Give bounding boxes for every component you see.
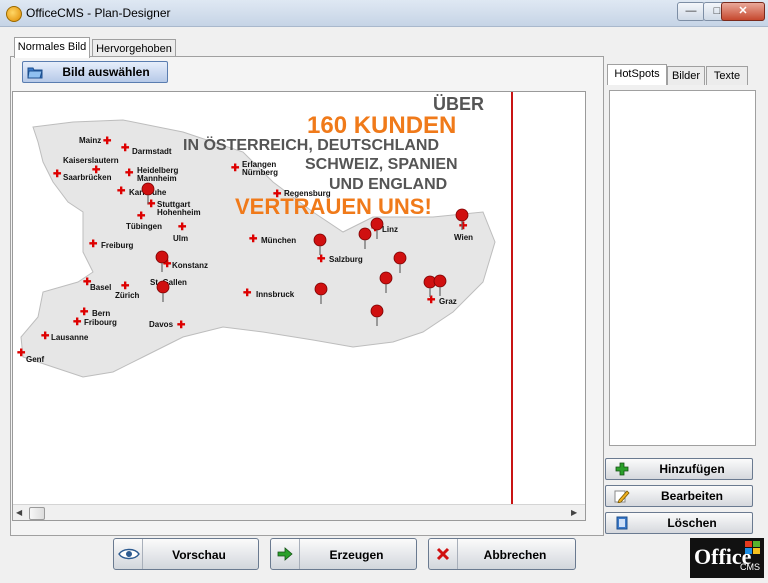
headline-6: VERTRAUEN UNS! bbox=[235, 194, 432, 219]
city-marker[interactable]: ✚ bbox=[17, 349, 25, 359]
officecms-logo: Office CMS bbox=[690, 538, 764, 578]
city-marker[interactable]: ✚ bbox=[459, 222, 467, 232]
city-marker[interactable]: ✚ bbox=[273, 190, 281, 200]
scroll-right-arrow-icon[interactable]: ▶ bbox=[571, 508, 577, 517]
tab-bilder[interactable]: Bilder bbox=[667, 66, 705, 85]
headline-3: IN ÖSTERREICH, DEUTSCHLAND bbox=[183, 137, 440, 154]
add-button-label: Hinzufügen bbox=[659, 462, 725, 476]
city-marker[interactable]: ✚ bbox=[177, 321, 185, 331]
city-marker[interactable]: ✚ bbox=[125, 169, 133, 179]
headline-4: SCHWEIZ, SPANIEN bbox=[305, 156, 458, 173]
city-label: Karlsruhe bbox=[129, 188, 167, 197]
city-marker[interactable]: ✚ bbox=[89, 240, 97, 250]
delete-button-label: Löschen bbox=[667, 516, 717, 530]
city-marker[interactable]: ✚ bbox=[137, 212, 145, 222]
delete-button[interactable]: Löschen bbox=[605, 512, 753, 534]
headline-2: 160 KUNDEN bbox=[307, 112, 457, 139]
close-button[interactable]: ✕ bbox=[721, 2, 765, 21]
city-label: Hohenheim bbox=[157, 208, 201, 217]
title-bar: OfficeCMS - Plan-Designer — □ ✕ bbox=[0, 0, 768, 27]
city-marker[interactable]: ✚ bbox=[117, 187, 125, 197]
tab-texte[interactable]: Texte bbox=[706, 66, 748, 85]
city-marker[interactable]: ✚ bbox=[249, 235, 257, 245]
city-label: Nürnberg bbox=[242, 168, 278, 177]
city-label: Zürich bbox=[115, 291, 140, 300]
city-label: Regensburg bbox=[284, 189, 331, 198]
preview-button[interactable]: Vorschau bbox=[113, 538, 259, 570]
city-label: Fribourg bbox=[84, 318, 117, 327]
city-marker[interactable]: ✚ bbox=[178, 223, 186, 233]
city-label: Tübingen bbox=[126, 222, 162, 231]
city-label: Innsbruck bbox=[256, 290, 295, 299]
city-label: Salzburg bbox=[329, 255, 363, 264]
city-label: Bern bbox=[92, 309, 111, 318]
hotspot-list[interactable] bbox=[609, 90, 756, 446]
city-label: Kaiserslautern bbox=[63, 156, 119, 165]
horizontal-scrollbar[interactable]: ◀ ▶ bbox=[13, 504, 585, 520]
city-marker[interactable]: ✚ bbox=[103, 137, 111, 147]
city-marker[interactable]: ✚ bbox=[73, 318, 81, 328]
city-label: Saarbrücken bbox=[63, 173, 112, 182]
vertical-scrollbar[interactable]: ▲ bbox=[585, 92, 586, 502]
city-label: Mannheim bbox=[137, 174, 177, 183]
city-label: Darmstadt bbox=[132, 147, 172, 156]
cancel-button-label: Abbrechen bbox=[483, 548, 547, 562]
city-label: Graz bbox=[439, 297, 457, 306]
city-label: Ulm bbox=[173, 234, 189, 243]
map-canvas[interactable]: ÜBER 160 KUNDEN IN ÖSTERREICH, DEUTSCHLA… bbox=[12, 91, 586, 521]
city-label: Genf bbox=[26, 355, 45, 364]
arrow-right-icon bbox=[271, 539, 300, 569]
generate-button[interactable]: Erzeugen bbox=[270, 538, 417, 570]
city-marker[interactable]: ✚ bbox=[41, 332, 49, 342]
headline-5: UND ENGLAND bbox=[329, 176, 448, 193]
minimize-button[interactable]: — bbox=[677, 2, 705, 21]
city-label: Davos bbox=[149, 320, 174, 329]
city-marker[interactable]: ✚ bbox=[371, 224, 379, 234]
scroll-left-arrow-icon[interactable]: ◀ bbox=[16, 508, 22, 517]
edit-button[interactable]: Bearbeiten bbox=[605, 485, 753, 507]
divider-line bbox=[511, 92, 513, 518]
city-label: Lausanne bbox=[51, 333, 89, 342]
scroll-thumb-h[interactable] bbox=[29, 507, 45, 520]
edit-button-label: Bearbeiten bbox=[660, 489, 724, 503]
pencil-icon bbox=[614, 490, 630, 503]
city-marker[interactable]: ✚ bbox=[243, 289, 251, 299]
city-label: Wien bbox=[454, 233, 474, 242]
city-label: Freiburg bbox=[101, 241, 134, 250]
select-image-label: Bild auswählen bbox=[62, 65, 150, 79]
city-marker[interactable]: ✚ bbox=[53, 170, 61, 180]
city-marker[interactable]: ✚ bbox=[147, 200, 155, 210]
city-label: St. Gallen bbox=[150, 278, 187, 287]
city-label: Mainz bbox=[79, 136, 102, 145]
window-title: OfficeCMS - Plan-Designer bbox=[26, 6, 171, 20]
city-marker[interactable]: ✚ bbox=[121, 144, 129, 154]
tab-normales-bild[interactable]: Normales Bild bbox=[14, 37, 90, 58]
cancel-button[interactable]: Abbrechen bbox=[428, 538, 576, 570]
preview-button-label: Vorschau bbox=[172, 548, 226, 562]
city-marker[interactable]: ✚ bbox=[317, 255, 325, 265]
add-button[interactable]: Hinzufügen bbox=[605, 458, 753, 480]
city-marker[interactable]: ✚ bbox=[163, 260, 171, 270]
city-marker[interactable]: ✚ bbox=[231, 164, 239, 174]
windows-flag-icon bbox=[745, 541, 760, 554]
tab-hotspots[interactable]: HotSpots bbox=[607, 64, 667, 85]
red-x-icon bbox=[429, 539, 458, 569]
eye-icon bbox=[114, 539, 143, 569]
city-marker[interactable]: ✚ bbox=[427, 296, 435, 306]
city-label: Linz bbox=[382, 225, 398, 234]
city-label: Basel bbox=[90, 283, 112, 292]
city-marker[interactable]: ✚ bbox=[80, 308, 88, 318]
plus-icon bbox=[615, 462, 629, 476]
logo-suffix: CMS bbox=[740, 562, 760, 572]
select-image-button[interactable]: Bild auswählen bbox=[22, 61, 168, 83]
folder-open-icon bbox=[27, 67, 43, 79]
city-label: München bbox=[261, 236, 297, 245]
app-icon bbox=[6, 6, 22, 22]
city-label: Konstanz bbox=[172, 261, 208, 270]
generate-button-label: Erzeugen bbox=[329, 548, 384, 562]
document-icon bbox=[616, 516, 628, 530]
